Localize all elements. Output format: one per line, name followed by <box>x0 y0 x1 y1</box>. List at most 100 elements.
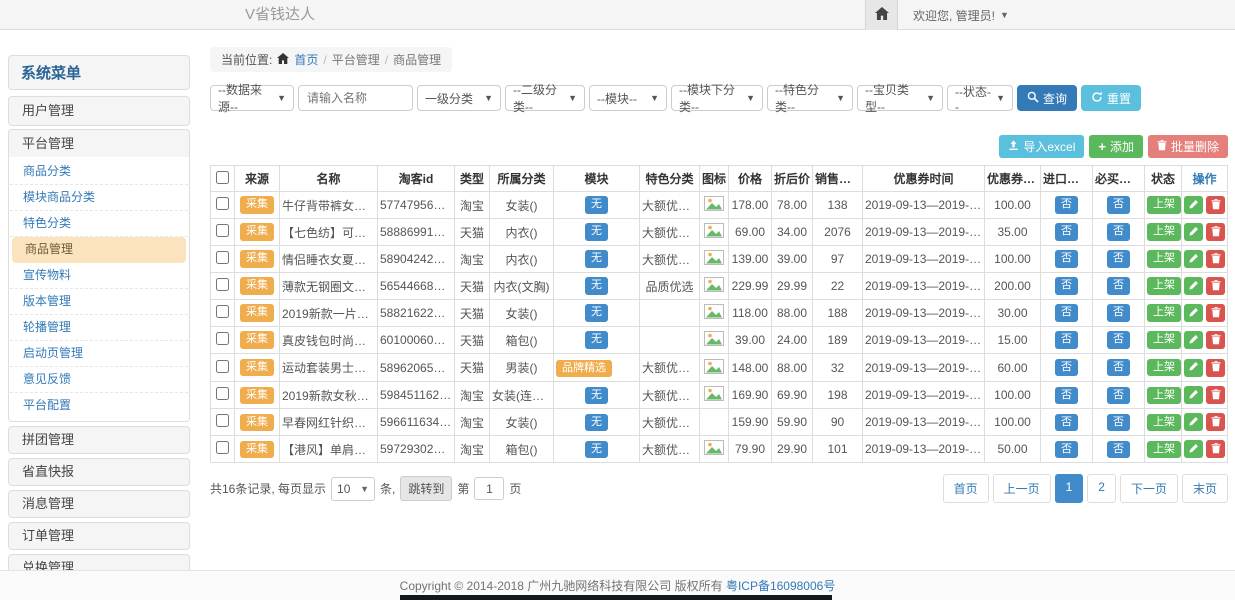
edit-button[interactable] <box>1184 196 1203 214</box>
filter-select[interactable]: --模块下分类--▼ <box>671 85 763 111</box>
import-optional-toggle[interactable]: 否 <box>1055 359 1078 376</box>
sidebar-section[interactable]: 省直快报 <box>8 458 190 486</box>
sidebar-section[interactable]: 拼团管理 <box>8 426 190 454</box>
delete-button[interactable] <box>1206 440 1225 458</box>
status-badge[interactable]: 上架 <box>1147 250 1181 267</box>
status-badge[interactable]: 上架 <box>1147 387 1181 404</box>
status-badge[interactable]: 上架 <box>1147 359 1181 376</box>
pager-button[interactable]: 上一页 <box>993 474 1051 503</box>
status-badge[interactable]: 上架 <box>1147 277 1181 294</box>
pager-button[interactable]: 末页 <box>1182 474 1228 503</box>
page-number-input[interactable] <box>474 477 504 500</box>
delete-button[interactable] <box>1206 331 1225 349</box>
import-optional-toggle[interactable]: 否 <box>1055 414 1078 431</box>
row-checkbox[interactable] <box>216 414 229 427</box>
edit-button[interactable] <box>1184 277 1203 295</box>
delete-button[interactable] <box>1206 223 1225 241</box>
select-all-checkbox[interactable] <box>216 171 229 184</box>
pager-button[interactable]: 1 <box>1055 474 1084 503</box>
sidebar-subitem[interactable]: 轮播管理 <box>10 315 188 341</box>
edit-button[interactable] <box>1184 440 1203 458</box>
row-checkbox[interactable] <box>216 360 229 373</box>
search-button[interactable]: 查询 <box>1017 85 1077 111</box>
must-buy-toggle[interactable]: 否 <box>1107 414 1130 431</box>
delete-button[interactable] <box>1206 359 1225 377</box>
edit-button[interactable] <box>1184 413 1203 431</box>
status-badge[interactable]: 上架 <box>1147 414 1181 431</box>
sidebar-section-platform[interactable]: 平台管理 <box>8 129 190 159</box>
row-checkbox[interactable] <box>216 387 229 400</box>
import-optional-toggle[interactable]: 否 <box>1055 223 1078 240</box>
breadcrumb-home-link[interactable]: 首页 <box>294 51 318 68</box>
delete-button[interactable] <box>1206 277 1225 295</box>
pager-button[interactable]: 首页 <box>943 474 989 503</box>
delete-button[interactable] <box>1206 250 1225 268</box>
sidebar-subitem[interactable]: 意见反馈 <box>10 367 188 393</box>
sidebar-section[interactable]: 订单管理 <box>8 522 190 550</box>
row-checkbox[interactable] <box>216 441 229 454</box>
must-buy-toggle[interactable]: 否 <box>1107 359 1130 376</box>
row-checkbox[interactable] <box>216 332 229 345</box>
reset-button[interactable]: 重置 <box>1081 85 1141 111</box>
name-search-input[interactable] <box>298 85 413 111</box>
user-menu[interactable]: 欢迎您, 管理员! ▼ <box>898 0 1009 30</box>
home-button[interactable] <box>865 0 898 30</box>
status-badge[interactable]: 上架 <box>1147 331 1181 348</box>
import-excel-button[interactable]: 导入excel <box>999 135 1084 158</box>
status-badge[interactable]: 上架 <box>1147 196 1181 213</box>
must-buy-toggle[interactable]: 否 <box>1107 441 1130 458</box>
row-checkbox[interactable] <box>216 197 229 210</box>
delete-button[interactable] <box>1206 386 1225 404</box>
import-optional-toggle[interactable]: 否 <box>1055 250 1078 267</box>
status-badge[interactable]: 上架 <box>1147 223 1181 240</box>
delete-button[interactable] <box>1206 304 1225 322</box>
import-optional-toggle[interactable]: 否 <box>1055 331 1078 348</box>
edit-button[interactable] <box>1184 304 1203 322</box>
jump-button[interactable]: 跳转到 <box>400 476 452 501</box>
delete-button[interactable] <box>1206 413 1225 431</box>
data-source-select[interactable]: --数据来源--▼ <box>210 85 294 111</box>
must-buy-toggle[interactable]: 否 <box>1107 277 1130 294</box>
add-button[interactable]: + 添加 <box>1089 135 1143 158</box>
must-buy-toggle[interactable]: 否 <box>1107 304 1130 321</box>
delete-button[interactable] <box>1206 196 1225 214</box>
sidebar-subitem[interactable]: 版本管理 <box>10 289 188 315</box>
status-badge[interactable]: 上架 <box>1147 304 1181 321</box>
filter-select[interactable]: --二级分类--▼ <box>505 85 585 111</box>
page-size-select[interactable]: 10 ▼ <box>331 477 375 501</box>
filter-select[interactable]: --特色分类--▼ <box>767 85 853 111</box>
row-checkbox[interactable] <box>216 251 229 264</box>
sidebar-subitem[interactable]: 模块商品分类 <box>10 185 188 211</box>
edit-button[interactable] <box>1184 386 1203 404</box>
sidebar-subitem[interactable]: 宣传物料 <box>10 263 188 289</box>
import-optional-toggle[interactable]: 否 <box>1055 277 1078 294</box>
edit-button[interactable] <box>1184 331 1203 349</box>
pager-button[interactable]: 下一页 <box>1120 474 1178 503</box>
edit-button[interactable] <box>1184 223 1203 241</box>
icp-link[interactable]: 粤ICP备16098006号 <box>726 577 835 594</box>
sidebar-subitem[interactable]: 商品分类 <box>10 159 188 185</box>
edit-button[interactable] <box>1184 250 1203 268</box>
filter-select[interactable]: 一级分类▼ <box>417 85 501 111</box>
sidebar-subitem[interactable]: 平台配置 <box>10 393 188 419</box>
import-optional-toggle[interactable]: 否 <box>1055 441 1078 458</box>
must-buy-toggle[interactable]: 否 <box>1107 250 1130 267</box>
row-checkbox[interactable] <box>216 305 229 318</box>
must-buy-toggle[interactable]: 否 <box>1107 387 1130 404</box>
sidebar-subitem[interactable]: 商品管理 <box>12 237 186 263</box>
row-checkbox[interactable] <box>216 224 229 237</box>
import-optional-toggle[interactable]: 否 <box>1055 196 1078 213</box>
sidebar-subitem[interactable]: 启动页管理 <box>10 341 188 367</box>
batch-delete-button[interactable]: 批量删除 <box>1148 135 1228 158</box>
must-buy-toggle[interactable]: 否 <box>1107 331 1130 348</box>
sidebar-section[interactable]: 消息管理 <box>8 490 190 518</box>
edit-button[interactable] <box>1184 359 1203 377</box>
import-optional-toggle[interactable]: 否 <box>1055 304 1078 321</box>
row-checkbox[interactable] <box>216 278 229 291</box>
bottom-scrollbar[interactable] <box>400 595 832 600</box>
must-buy-toggle[interactable]: 否 <box>1107 196 1130 213</box>
filter-select[interactable]: --宝贝类型--▼ <box>857 85 943 111</box>
sidebar-subitem[interactable]: 特色分类 <box>10 211 188 237</box>
status-badge[interactable]: 上架 <box>1147 441 1181 458</box>
pager-button[interactable]: 2 <box>1087 474 1116 503</box>
